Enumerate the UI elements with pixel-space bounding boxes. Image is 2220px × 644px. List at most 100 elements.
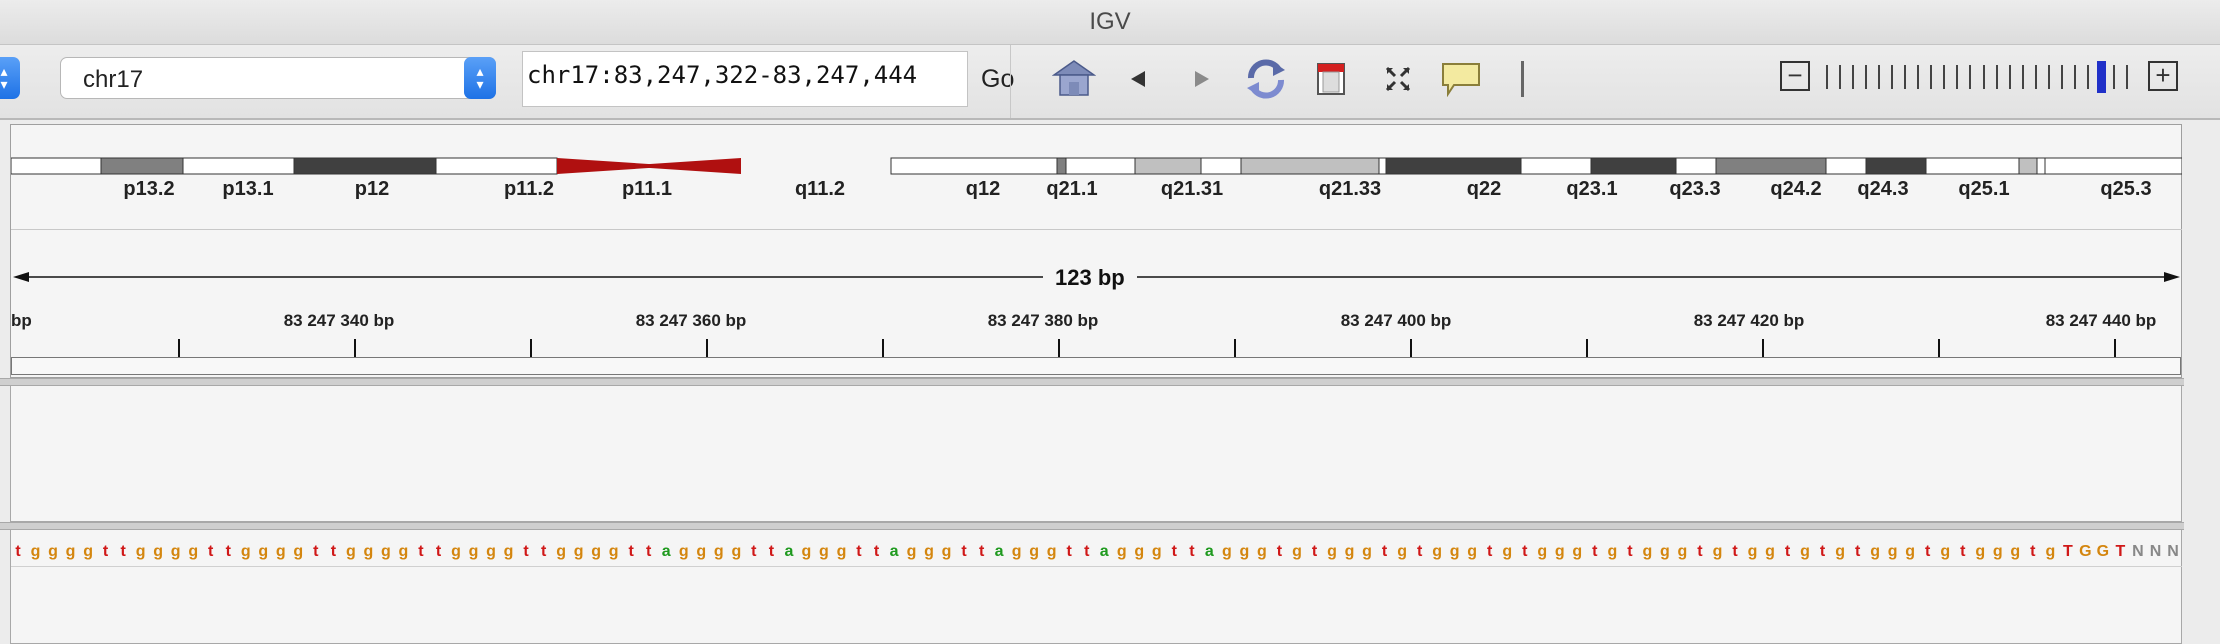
sequence-base: g <box>258 543 269 560</box>
zoom-slider-tick <box>1891 65 1894 89</box>
refresh-icon[interactable] <box>1242 55 1290 103</box>
sequence-base: G <box>2096 543 2110 560</box>
sequence-base: g <box>1134 543 1145 560</box>
sequence-base: t <box>1189 543 1195 560</box>
sequence-base: g <box>836 543 847 560</box>
zoom-slider-tick <box>1852 65 1855 89</box>
sequence-base: g <box>1432 543 1443 560</box>
sequence-base: t <box>435 543 442 560</box>
zoom-slider-tick <box>1930 65 1933 89</box>
sequence-base: g <box>941 543 952 560</box>
sequence-base: g <box>1397 543 1407 560</box>
sequence-base: a <box>661 543 671 560</box>
sequence-base: T <box>2115 543 2126 560</box>
sequence-base: t <box>540 543 547 560</box>
sequence-base: g <box>1257 543 1267 560</box>
sequence-base: g <box>1940 543 1951 560</box>
sequence-base: t <box>313 543 319 560</box>
sequence-base: a <box>1099 543 1109 560</box>
zoom-slider-thumb[interactable] <box>2096 61 2106 93</box>
sequence-base: g <box>573 543 584 560</box>
sequence-base: a <box>889 543 899 560</box>
sequence-base: t <box>768 543 775 560</box>
ideogram-band-label: q24.3 <box>1857 178 1909 200</box>
chromosome-dropdown-stepper[interactable]: ▴ ▾ <box>464 57 496 99</box>
sequence-base: t <box>1381 543 1388 560</box>
sequence-base: g <box>83 543 93 560</box>
zoom-slider[interactable] <box>1826 61 2128 93</box>
sequence-base: g <box>48 543 58 560</box>
chevron-down-icon: ▾ <box>0 76 8 92</box>
resize-icon[interactable] <box>1380 59 1416 99</box>
ideogram-band-label: q22 <box>1466 178 1502 200</box>
sequence-base: g <box>1554 543 1565 560</box>
sequence-base: g <box>924 543 934 560</box>
sequence-base: g <box>1905 543 1916 560</box>
sequence-base: g <box>503 543 514 560</box>
roi-icon[interactable] <box>1314 57 1348 101</box>
sequence-base: t <box>2030 543 2036 560</box>
sequence-base: g <box>1327 543 1337 560</box>
zoom-slider-tick <box>1969 65 1972 89</box>
sequence-base: g <box>1992 543 2003 560</box>
zoom-slider-tick <box>1956 65 1959 89</box>
window-titlebar: IGV <box>0 0 2220 45</box>
sequence-base: t <box>1311 543 1318 560</box>
sequence-base: g <box>1975 543 1986 560</box>
sequence-base: t <box>1066 543 1072 560</box>
sequence-base: T <box>2062 543 2073 560</box>
sequence-base: t <box>646 543 652 560</box>
sequence-base: g <box>1572 543 1583 560</box>
sequence-base: g <box>468 543 479 560</box>
zoom-slider-tick <box>2086 65 2089 89</box>
forward-arrow-icon[interactable] <box>1190 67 1214 91</box>
sequence-base: g <box>801 543 812 560</box>
zoom-slider-tick <box>1865 65 1868 89</box>
popup-text-icon[interactable] <box>1438 59 1484 99</box>
sequence-base: G <box>2079 543 2092 560</box>
chromosome-ideogram[interactable] <box>11 156 2182 176</box>
sequence-base: g <box>1537 543 1548 560</box>
zoom-slider-tick <box>2047 65 2050 89</box>
sequence-base: g <box>1011 543 1022 560</box>
sequence-base: g <box>1046 543 1057 560</box>
ideogram-band-label: p11.2 <box>503 178 555 200</box>
ideogram-band-label: q12 <box>965 178 1001 200</box>
sequence-base: g <box>1222 543 1232 560</box>
zoom-slider-tick <box>2034 65 2037 89</box>
sequence-base: g <box>906 543 917 560</box>
sequence-base: g <box>188 543 199 560</box>
ruler-scrollbar[interactable] <box>11 357 2181 375</box>
sequence-base: g <box>1642 543 1653 560</box>
sequence-base: t <box>1960 543 1966 560</box>
sequence-base: t <box>1732 543 1738 560</box>
sequence-base: g <box>1835 543 1845 560</box>
right-margin <box>2184 124 2220 644</box>
ideogram-band-label: q11.2 <box>794 178 846 200</box>
zoom-slider-tick <box>2126 65 2128 89</box>
sequence-track[interactable]: tggggttggggttggggttggggttggggttggggttagg… <box>11 536 2182 567</box>
sequence-base: t <box>1416 543 1423 560</box>
ideogram-baseline <box>11 161 2182 162</box>
ideogram-band-label: q23.3 <box>1669 178 1721 200</box>
data-panel <box>10 385 2182 522</box>
zoom-slider-tick <box>2073 65 2076 89</box>
sequence-base: g <box>1029 543 1040 560</box>
sequence-base: t <box>208 543 214 560</box>
zoom-out-button[interactable]: − <box>1780 61 1810 91</box>
sequence-base: g <box>2010 543 2021 560</box>
sequence-base: g <box>1239 543 1250 560</box>
home-icon[interactable] <box>1052 57 1096 101</box>
ideogram-band-label: p13.1 <box>222 178 274 200</box>
sequence-base: t <box>330 543 337 560</box>
zoom-slider-tick <box>1982 65 1985 89</box>
ideogram-band-label: p13.2 <box>123 178 175 200</box>
sequence-base: g <box>451 543 461 560</box>
locus-search-input[interactable]: chr17:83,247,322-83,247,444 <box>522 51 968 107</box>
back-arrow-icon[interactable] <box>1126 67 1150 91</box>
sequence-base: g <box>731 543 742 560</box>
genome-dropdown-stepper[interactable]: ▴ ▾ <box>0 57 20 99</box>
sequence-base: g <box>608 543 619 560</box>
chromosome-dropdown[interactable]: chr17 ▴ ▾ <box>60 57 496 99</box>
zoom-in-button[interactable]: + <box>2148 61 2178 91</box>
